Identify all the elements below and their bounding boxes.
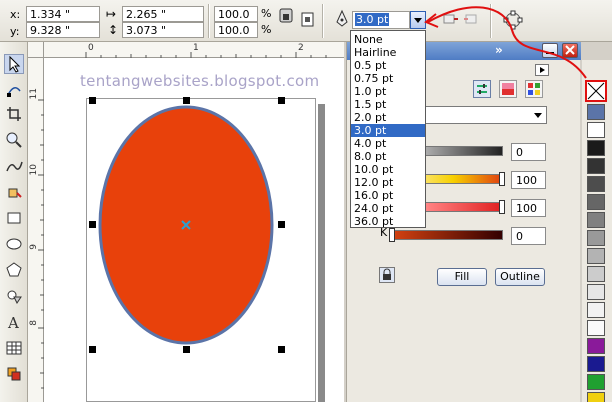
minimize-button[interactable] bbox=[542, 43, 558, 58]
dropdown-option-selected[interactable]: 3.0 pt bbox=[351, 124, 425, 137]
outline-width-dropdown-list: None Hairline 0.5 pt 0.75 pt 1.0 pt 1.5 … bbox=[350, 30, 426, 228]
selection-handle[interactable] bbox=[183, 346, 190, 353]
watermark: tentangwebsites.blogspot.com bbox=[80, 72, 320, 90]
dropdown-option[interactable]: 10.0 pt bbox=[351, 163, 425, 176]
selection-handle[interactable] bbox=[278, 221, 285, 228]
color-swatch[interactable] bbox=[587, 248, 605, 264]
color-swatch[interactable] bbox=[587, 284, 605, 300]
fill-button[interactable]: Fill bbox=[437, 268, 487, 286]
cyan-value-field[interactable]: 0 bbox=[511, 143, 546, 161]
dropdown-option[interactable]: 1.0 pt bbox=[351, 85, 425, 98]
docker-menu-arrow-icon[interactable] bbox=[535, 64, 549, 76]
color-swatch[interactable] bbox=[587, 374, 605, 390]
color-swatch[interactable] bbox=[587, 356, 605, 372]
color-palette bbox=[582, 60, 612, 402]
color-viewer-icon[interactable] bbox=[499, 80, 517, 98]
dropdown-option[interactable]: 4.0 pt bbox=[351, 137, 425, 150]
lock-icon[interactable] bbox=[379, 267, 395, 283]
selection-handle[interactable] bbox=[183, 97, 190, 104]
magenta-value-field[interactable]: 100 bbox=[511, 171, 546, 189]
color-swatch[interactable] bbox=[587, 392, 605, 402]
color-swatch[interactable] bbox=[587, 176, 605, 192]
dropdown-option[interactable]: 8.0 pt bbox=[351, 150, 425, 163]
slider-thumb[interactable] bbox=[499, 200, 505, 214]
color-swatch[interactable] bbox=[587, 158, 605, 174]
no-color-swatch-icon[interactable] bbox=[585, 80, 607, 102]
color-swatch[interactable] bbox=[587, 230, 605, 246]
selection-handle[interactable] bbox=[89, 221, 96, 228]
slider-thumb[interactable] bbox=[499, 172, 505, 186]
close-button[interactable] bbox=[562, 43, 578, 58]
color-swatch[interactable] bbox=[587, 338, 605, 354]
dropdown-option[interactable]: 1.5 pt bbox=[351, 98, 425, 111]
yellow-value-field[interactable]: 100 bbox=[511, 199, 546, 217]
outline-button[interactable]: Outline bbox=[495, 268, 545, 286]
black-slider[interactable] bbox=[389, 228, 503, 242]
color-swatch[interactable] bbox=[587, 140, 605, 156]
dropdown-option[interactable]: 0.5 pt bbox=[351, 59, 425, 72]
color-swatch[interactable] bbox=[587, 320, 605, 336]
color-swatch[interactable] bbox=[587, 302, 605, 318]
dropdown-option[interactable]: 36.0 pt bbox=[351, 215, 425, 228]
slider-thumb[interactable] bbox=[389, 228, 395, 242]
selection-handle[interactable] bbox=[89, 346, 96, 353]
selection-handle[interactable] bbox=[89, 97, 96, 104]
selection-handle[interactable] bbox=[278, 346, 285, 353]
dropdown-option[interactable]: None bbox=[351, 33, 425, 46]
color-swatch[interactable] bbox=[587, 266, 605, 282]
color-swatch[interactable] bbox=[587, 104, 605, 120]
color-swatch[interactable] bbox=[587, 122, 605, 138]
dropdown-option[interactable]: 2.0 pt bbox=[351, 111, 425, 124]
dropdown-option[interactable]: 12.0 pt bbox=[351, 176, 425, 189]
dropdown-option[interactable]: 16.0 pt bbox=[351, 189, 425, 202]
collapse-chevron-icon[interactable]: » bbox=[495, 43, 503, 57]
selection-handle[interactable] bbox=[278, 97, 285, 104]
dropdown-option[interactable]: 24.0 pt bbox=[351, 202, 425, 215]
color-swatch[interactable] bbox=[587, 194, 605, 210]
dropdown-option[interactable]: 0.75 pt bbox=[351, 72, 425, 85]
chevron-down-icon bbox=[533, 110, 543, 123]
dropdown-option[interactable]: Hairline bbox=[351, 46, 425, 59]
color-sliders-icon[interactable] bbox=[473, 80, 491, 98]
black-value-field[interactable]: 0 bbox=[511, 227, 546, 245]
color-palettes-icon[interactable] bbox=[525, 80, 543, 98]
color-swatch[interactable] bbox=[587, 212, 605, 228]
